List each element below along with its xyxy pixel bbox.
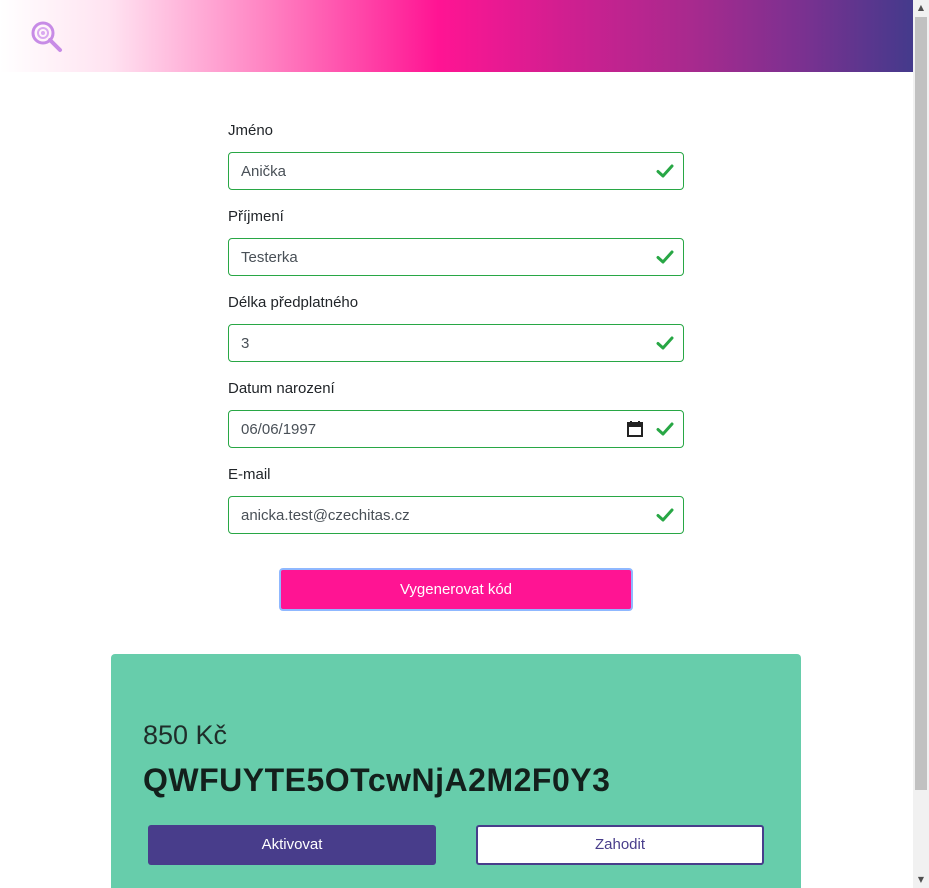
first-name-group: Jméno Anička [228, 110, 684, 196]
subscription-length-label: Délka předplatného [228, 294, 359, 311]
email-field[interactable]: anicka.test@czechitas.cz [228, 496, 684, 534]
subscription-length-group: Délka předplatného 3 [228, 282, 684, 368]
scroll-down-arrow-icon[interactable]: ▼ [913, 872, 929, 888]
birth-date-value: 06/06/1997 [241, 421, 317, 438]
generated-code: QWFUYTE5OTcwNjA2M2F0Y3 [143, 762, 611, 798]
birth-date-input[interactable]: 06/06/1997 [228, 410, 684, 448]
subscription-form: Jméno Anička Příjmení Testerka Délka pře… [228, 110, 684, 540]
subscription-length-value: 3 [241, 335, 250, 352]
calendar-icon[interactable] [626, 420, 644, 438]
discard-button[interactable]: Zahodit [476, 825, 764, 865]
last-name-group: Příjmení Testerka [228, 196, 684, 282]
last-name-label: Příjmení [228, 208, 284, 225]
email-label: E-mail [228, 466, 271, 483]
page: Jméno Anička Příjmení Testerka Délka pře… [0, 0, 929, 888]
check-icon [656, 506, 674, 524]
logo-icon[interactable] [30, 20, 64, 54]
last-name-input[interactable]: Testerka [228, 238, 684, 276]
check-icon [656, 420, 674, 438]
check-icon [656, 162, 674, 180]
subscription-length-input[interactable]: 3 [228, 324, 684, 362]
scrollbar-thumb[interactable] [915, 17, 927, 790]
email-group: E-mail anicka.test@czechitas.cz [228, 454, 684, 540]
email-value: anicka.test@czechitas.cz [241, 507, 410, 524]
last-name-value: Testerka [241, 249, 298, 266]
header-banner [0, 0, 913, 72]
vertical-scrollbar[interactable]: ▲ ▼ [913, 0, 929, 888]
birth-date-group: Datum narození 06/06/1997 [228, 368, 684, 454]
generate-code-button[interactable]: Vygenerovat kód [279, 568, 633, 611]
check-icon [656, 248, 674, 266]
check-icon [656, 334, 674, 352]
price-text: 850 Kč [143, 720, 228, 750]
first-name-label: Jméno [228, 122, 274, 139]
first-name-input[interactable]: Anička [228, 152, 684, 190]
scroll-up-arrow-icon[interactable]: ▲ [913, 0, 929, 16]
birth-date-label: Datum narození [228, 380, 335, 397]
first-name-value: Anička [241, 163, 287, 180]
result-panel: 850 Kč QWFUYTE5OTcwNjA2M2F0Y3 Aktivovat … [111, 654, 801, 888]
activate-button[interactable]: Aktivovat [148, 825, 436, 865]
